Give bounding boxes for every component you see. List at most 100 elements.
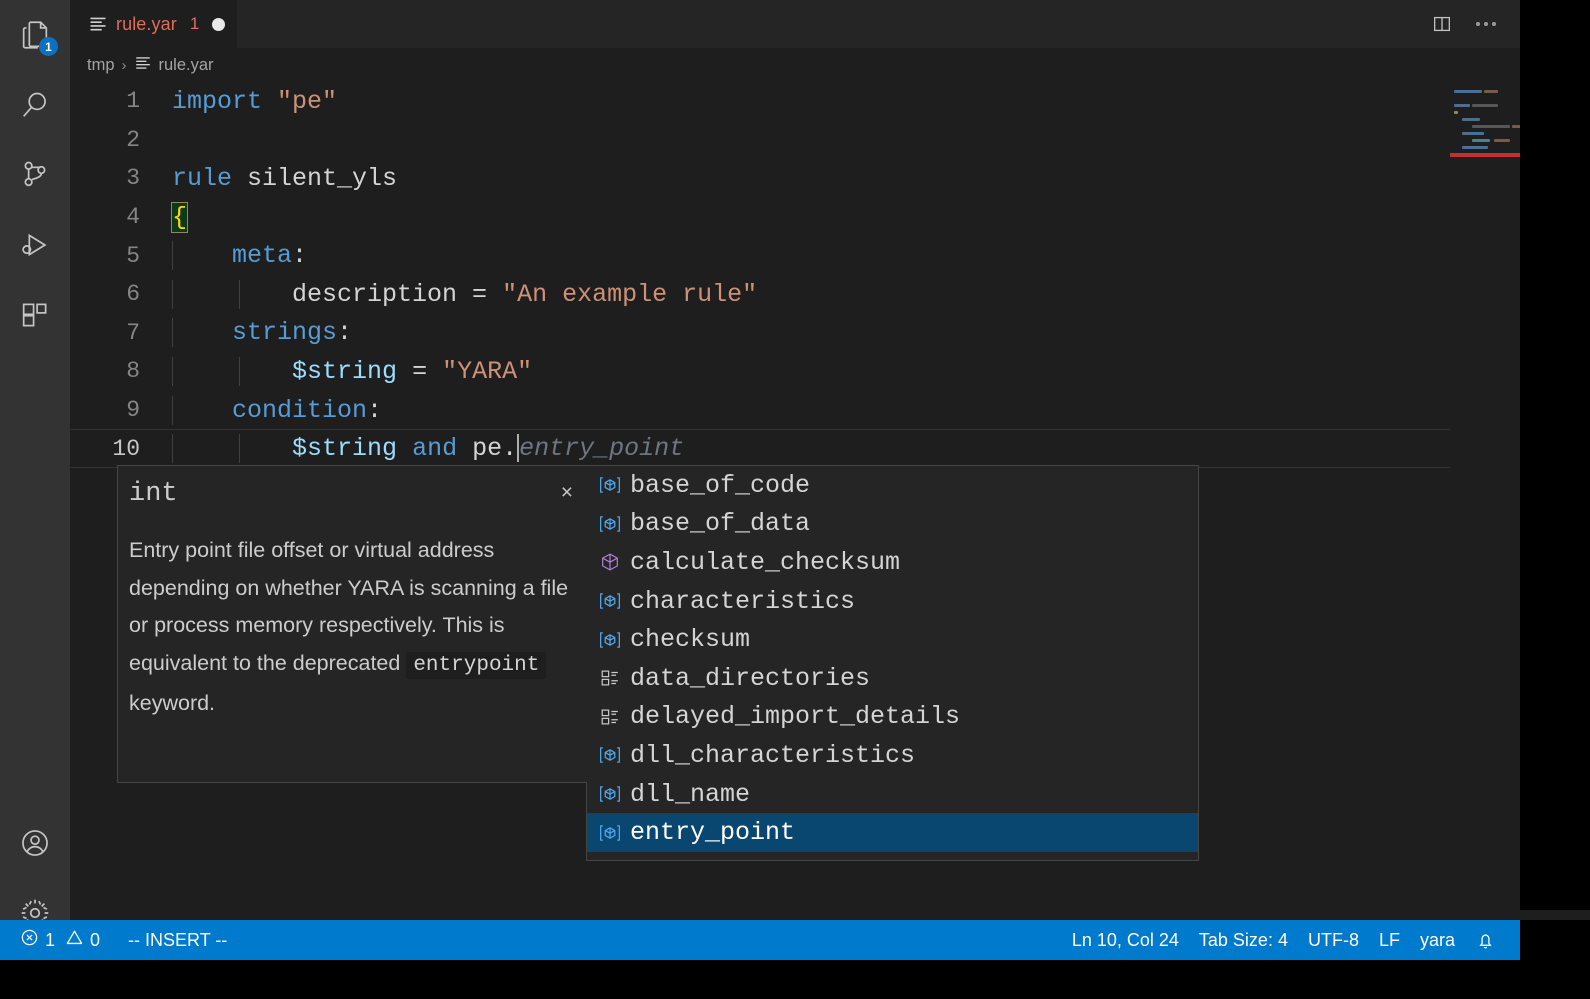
suggestion-item[interactable]: base_of_code (587, 466, 1198, 505)
code-line[interactable]: 6 description = "An example rule" (70, 275, 1520, 314)
suggestion-item[interactable]: delayed_import_details (587, 698, 1198, 737)
suggestion-item[interactable]: entry_point_raw (587, 852, 1198, 860)
code-token-plain: : (337, 318, 353, 348)
status-eol[interactable]: LF (1369, 920, 1410, 960)
code-token-ghost: entry_point (519, 434, 685, 464)
code-lines: 1 import "pe" 2 3 rule silent_yls 4{5 meta: 6 … (70, 82, 1520, 468)
error-count: 1 (45, 929, 56, 950)
variable-icon (595, 781, 625, 807)
account-icon (18, 826, 52, 860)
warning-count: 0 (90, 929, 101, 950)
documentation-header: int × (118, 466, 587, 510)
warning-icon (65, 928, 84, 952)
code-line-text: $string = "YARA" (158, 356, 1520, 386)
code-line-text: import "pe" (158, 87, 1520, 116)
error-icon (20, 928, 39, 952)
indent-guide (239, 434, 240, 464)
run-and-debug-icon (18, 228, 52, 262)
suggestion-item[interactable]: dll_name (587, 775, 1198, 814)
code-line-text: rule silent_yls (158, 164, 1520, 193)
explorer-badge: 1 (39, 37, 58, 56)
editor-actions (1428, 0, 1520, 48)
suggestion-label: base_of_code (630, 470, 811, 500)
suggestion-label: base_of_data (630, 509, 811, 539)
code-line[interactable]: 4{ (70, 198, 1520, 237)
indent-guide (239, 356, 240, 386)
suggestion-list[interactable]: base_of_code base_of_data calculate_checks… (586, 465, 1199, 861)
suggestion-label: dll_characteristics (630, 740, 916, 770)
bell-icon[interactable] (1465, 920, 1506, 960)
variable-icon (595, 742, 625, 768)
accounts-button[interactable] (0, 808, 70, 878)
breadcrumb-item-file[interactable]: rule.yar (134, 54, 214, 77)
status-bar-left: 1 0 -- INSERT -- (0, 920, 237, 960)
status-problems[interactable]: 1 0 (10, 920, 110, 960)
code-token-keyword: rule (172, 163, 248, 193)
sidebar-item-source-control[interactable] (0, 140, 70, 210)
variable-icon (595, 511, 625, 537)
ellipsis-icon[interactable] (1472, 10, 1500, 38)
suggestion-item[interactable]: checksum (587, 620, 1198, 659)
code-token-plain: description = (172, 279, 503, 309)
code-token-plain: pe. (457, 434, 518, 464)
suggestion-label: delayed_import_details (630, 702, 961, 732)
line-number: 2 (126, 126, 140, 153)
sidebar-item-run-and-debug[interactable] (0, 210, 70, 280)
suggestion-item[interactable]: dll_characteristics (587, 736, 1198, 775)
line-number: 8 (126, 358, 140, 385)
suggestion-rows: base_of_code base_of_data calculate_checks… (587, 466, 1198, 860)
status-tab-size[interactable]: Tab Size: 4 (1189, 920, 1298, 960)
variable-icon (595, 858, 625, 860)
variable-icon (595, 820, 625, 846)
variable-icon (595, 472, 625, 498)
suggestion-label: checksum (630, 625, 751, 655)
code-token-bracket-match: { (170, 201, 189, 233)
code-token-keyword: and (412, 434, 458, 464)
code-token-string: "pe" (277, 86, 338, 116)
code-line[interactable]: 7 strings: (70, 314, 1520, 353)
code-token-plain: = (397, 356, 443, 386)
code-line[interactable]: 2 (70, 121, 1520, 160)
code-line[interactable]: 8 $string = "YARA" (70, 352, 1520, 391)
code-line[interactable]: 5 meta: (70, 236, 1520, 275)
code-line[interactable]: 3 rule silent_yls (70, 159, 1520, 198)
indent-guide (172, 241, 173, 271)
suggestion-item[interactable]: characteristics (587, 582, 1198, 621)
code-line[interactable]: 1 import "pe" (70, 82, 1520, 121)
code-line-text: meta: (158, 241, 1520, 271)
code-token-keyword: strings (232, 318, 338, 348)
tab-rule-yar[interactable]: rule.yar 1 (70, 0, 239, 48)
breadcrumb-item-folder[interactable]: tmp (87, 56, 115, 75)
status-vim-mode[interactable]: -- INSERT -- (110, 920, 237, 960)
extensions-icon (18, 298, 52, 332)
suggestion-item[interactable]: entry_point (587, 813, 1198, 852)
tab-dirty-indicator[interactable] (212, 17, 226, 31)
close-icon[interactable]: × (557, 480, 577, 505)
status-language-mode[interactable]: yara (1410, 920, 1465, 960)
code-token-plain: : (367, 395, 383, 425)
status-encoding[interactable]: UTF-8 (1298, 920, 1369, 960)
status-cursor-position[interactable]: Ln 10, Col 24 (1062, 920, 1189, 960)
window-right-gutter (1520, 0, 1590, 910)
status-bar-right-gutter (1520, 920, 1590, 960)
sidebar-item-explorer[interactable]: 1 (0, 0, 70, 70)
code-line[interactable]: 10 $string and pe.entry_point (70, 429, 1520, 468)
code-line[interactable]: 9 condition: (70, 391, 1520, 430)
documentation-type-label: int (129, 479, 178, 509)
line-number: 9 (126, 397, 140, 424)
suggestion-item[interactable]: base_of_data (587, 505, 1198, 544)
split-editor-icon[interactable] (1428, 10, 1456, 38)
code-line-text: description = "An example rule" (158, 279, 1520, 309)
sidebar-item-search[interactable] (0, 70, 70, 140)
breadcrumb: tmp › rule.yar (70, 48, 1520, 82)
suggestion-item[interactable]: calculate_checksum (587, 543, 1198, 582)
sidebar-item-extensions[interactable] (0, 280, 70, 350)
struct-icon (595, 704, 625, 730)
yara-file-icon (88, 14, 108, 34)
suggestion-item[interactable]: data_directories (587, 659, 1198, 698)
tab-problem-count: 1 (189, 14, 200, 33)
line-number: 5 (126, 242, 140, 269)
